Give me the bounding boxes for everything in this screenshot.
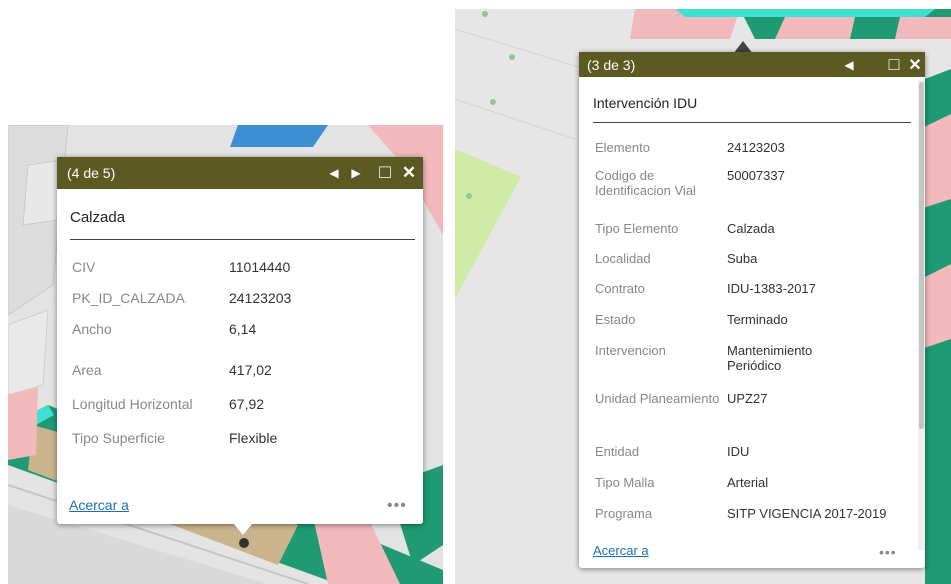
field-row: Contrato IDU-1383-2017 (595, 281, 887, 296)
feature-popup-calzada: (4 de 5) ◀ ▶ □ ✕ Calzada CIV 11014440 PK… (57, 157, 423, 524)
field-label: Area (72, 362, 102, 378)
field-row: Ancho 6,14 (72, 322, 256, 337)
field-row: Tipo Malla Arterial (595, 475, 887, 490)
field-label: Estado (595, 312, 636, 327)
field-label: CIV (72, 259, 96, 275)
field-row: Estado Terminado (595, 312, 887, 327)
field-value: UPZ27 (727, 391, 768, 406)
field-label: Ancho (72, 321, 112, 337)
field-label: Intervencion (595, 343, 666, 358)
field-label: PK_ID_CALZADA (72, 290, 185, 306)
popup-titlebar: (4 de 5) ◀ ▶ □ ✕ (57, 157, 423, 189)
close-icon[interactable]: ✕ (397, 163, 421, 183)
field-row: Area 417,02 (72, 363, 272, 378)
field-row: Entidad IDU (595, 444, 887, 459)
more-options-icon[interactable]: ••• (879, 544, 897, 560)
zoom-to-link[interactable]: Acercar a (593, 543, 649, 558)
more-options-icon[interactable]: ••• (387, 497, 407, 515)
popup-titlebar: (3 de 3) ◀ □ ✕ (579, 52, 925, 77)
field-value: Suba (727, 251, 758, 266)
field-row: Programa SITP VIGENCIA 2017-2019 (595, 506, 897, 521)
field-row: Tipo Elemento Calzada (595, 221, 887, 236)
field-label: Entidad (595, 444, 640, 459)
field-value: IDU-1383-2017 (727, 281, 816, 296)
previous-feature-button[interactable]: ◀ (323, 166, 345, 180)
popup-counter: (4 de 5) (67, 165, 116, 181)
field-row: Unidad Planeamiento UPZ27 (595, 391, 887, 406)
field-row: Intervencion Mantenimiento Periódico (595, 343, 847, 373)
field-label: Tipo Elemento (595, 221, 679, 236)
field-value: Mantenimiento Periódico (727, 343, 813, 373)
previous-feature-button[interactable]: ◀ (837, 58, 861, 72)
field-label: Tipo Malla (595, 475, 655, 490)
field-value: 6,14 (229, 321, 257, 337)
title-divider (70, 239, 415, 240)
field-value: 50007337 (727, 168, 785, 183)
field-value: IDU (727, 444, 750, 459)
close-icon[interactable]: ✕ (905, 55, 925, 75)
field-label: Contrato (595, 281, 645, 296)
field-label: Codigo de Identificacion Vial (595, 168, 696, 198)
field-value: 417,02 (229, 362, 272, 378)
field-row: CIV 11014440 (72, 260, 290, 275)
field-value: Flexible (229, 430, 278, 446)
field-value: 11014440 (229, 259, 291, 275)
field-label: Unidad Planeamiento (595, 391, 720, 406)
field-label: Elemento (595, 140, 650, 155)
title-divider (593, 122, 911, 123)
field-row: Elemento 24123203 (595, 140, 887, 155)
field-label: Tipo Superficie (72, 430, 165, 446)
scrollbar-thumb[interactable] (919, 82, 924, 429)
field-row: Longitud Horizontal 67,92 (72, 397, 264, 412)
field-value: 24123203 (229, 290, 292, 306)
field-row: Codigo de Identificacion Vial 50007337 (595, 168, 887, 198)
popup-pointer (234, 524, 252, 535)
maximize-icon[interactable]: □ (373, 162, 397, 184)
field-value: 24123203 (727, 140, 785, 155)
field-label: Longitud Horizontal (72, 396, 193, 412)
field-value: Arterial (727, 475, 769, 490)
popup-counter: (3 de 3) (587, 56, 636, 73)
popup-title: Calzada (70, 209, 126, 226)
field-value: Calzada (727, 221, 775, 236)
field-label: Programa (595, 506, 653, 521)
next-feature-button[interactable]: ▶ (345, 166, 367, 180)
zoom-to-link[interactable]: Acercar a (69, 497, 129, 513)
field-row: PK_ID_CALZADA 24123203 (72, 291, 291, 306)
field-label: Localidad (595, 251, 651, 266)
feature-popup-intervencion: (3 de 3) ◀ □ ✕ Intervención IDU Elemento… (579, 52, 925, 568)
field-value: SITP VIGENCIA 2017-2019 (727, 506, 887, 521)
field-row: Tipo Superficie Flexible (72, 431, 277, 446)
field-row: Localidad Suba (595, 251, 887, 266)
maximize-icon[interactable]: □ (883, 54, 905, 75)
field-value: 67,92 (229, 396, 265, 412)
popup-title: Intervención IDU (593, 95, 698, 111)
field-value: Terminado (727, 312, 788, 327)
